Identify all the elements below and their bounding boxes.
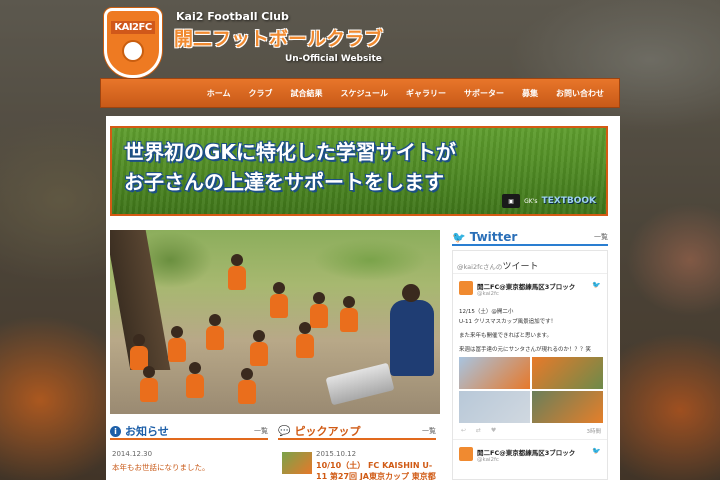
club-name-english: Kai2 Football Club: [176, 10, 289, 23]
timeline-feed-title: ツイート: [502, 262, 539, 272]
tweet-text-line: 来週は冨手達の元にサンタさんが現れるのか！？？笑: [459, 347, 592, 353]
news-item-link[interactable]: 本年もお世話になりました。: [112, 462, 210, 473]
twitter-title: Twitter: [469, 230, 518, 244]
comments-icon: 💬: [278, 425, 291, 437]
nav-item-results[interactable]: 試合結果: [282, 88, 332, 99]
twitter-bird-icon: 🐦: [592, 447, 601, 455]
news-date: 2014.12.30: [112, 450, 153, 458]
pickup-date: 2015.10.12: [316, 450, 357, 458]
player-figure: [186, 362, 204, 398]
twitter-timeline: @kai2fcさんのツイート 開二FC@東京都練馬区3ブロック @kai2fc …: [452, 250, 608, 480]
tweet-text-line: 12/15（土）@開二小: [459, 309, 514, 315]
news-more-link[interactable]: 一覧: [254, 426, 268, 436]
player-figure: [206, 314, 224, 350]
twitter-bird-icon: 🐦: [452, 230, 466, 244]
nav-item-club[interactable]: クラブ: [240, 88, 282, 99]
twitter-title-wrap: 🐦 Twitter: [452, 230, 517, 244]
main-panel: 世界初のGKに特化した学習サイトが お子さんの上達をサポートをします ▣ GK'…: [106, 116, 620, 480]
tweet-photo[interactable]: [459, 391, 530, 423]
timeline-handle-prefix[interactable]: @kai2fcさんの: [457, 263, 502, 271]
gk-textbook-banner[interactable]: 世界初のGKに特化した学習サイトが お子さんの上達をサポートをします ▣ GK'…: [110, 126, 608, 216]
banner-headline-2: お子さんの上達をサポートをします: [124, 170, 444, 194]
nav-item-schedule[interactable]: スケジュール: [332, 88, 397, 99]
tweet-media-grid[interactable]: [459, 357, 603, 423]
player-figure: [340, 296, 358, 332]
pickup-title-wrap: 💬 ピックアップ: [278, 423, 360, 439]
bench: [325, 362, 395, 406]
tweet-actions[interactable]: ↩ ⇄ ♥: [461, 427, 500, 434]
nav-item-home[interactable]: ホーム: [198, 88, 240, 99]
twitter-more-link[interactable]: 一覧: [594, 232, 608, 242]
gk-badge-text: TEXTBOOK: [541, 196, 596, 206]
gk-badge-prefix: GK's: [524, 197, 538, 205]
club-logo[interactable]: KAI2FC: [104, 8, 162, 78]
gk-textbook-badge: ▣ GK's TEXTBOOK: [502, 194, 596, 208]
football-icon: [122, 40, 144, 62]
pickup-thumbnail[interactable]: [282, 452, 312, 474]
site-container: KAI2FC Kai2 Football Club 開二フットボールクラブ Un…: [100, 0, 620, 480]
player-figure: [140, 366, 158, 402]
player-figure: [168, 326, 186, 362]
player-figure: [310, 292, 328, 328]
player-figure: [238, 368, 256, 404]
twitter-section-header: 🐦 Twitter 一覧: [452, 230, 608, 246]
main-nav: ホーム クラブ 試合結果 スケジュール ギャラリー サポーター 募集 お問い合わ…: [100, 78, 620, 108]
info-icon: i: [110, 425, 121, 437]
pickup-section-header: 💬 ピックアップ 一覧: [278, 424, 436, 440]
club-name-japanese[interactable]: 開二フットボールクラブ: [174, 24, 383, 51]
pickup-more-link[interactable]: 一覧: [422, 426, 436, 436]
tweet-author-handle[interactable]: @kai2fc: [477, 457, 499, 463]
team-photo: [110, 230, 440, 414]
tweet-text-line: また来年も開催できればと思います。: [459, 333, 552, 339]
goalkeeper-icon: ▣: [502, 194, 521, 208]
coach-figure: [390, 284, 434, 376]
nav-item-gallery[interactable]: ギャラリー: [397, 88, 455, 99]
nav-item-contact[interactable]: お問い合わせ: [547, 88, 613, 99]
news-title: お知らせ: [125, 425, 169, 438]
tweet-author-handle[interactable]: @kai2fc: [477, 291, 499, 297]
pickup-item-link[interactable]: 10/10（土） FC KAISHIN U-11 第27回 JA東京カップ 東京…: [316, 460, 436, 480]
player-figure: [296, 322, 314, 358]
tweet-photo[interactable]: [532, 357, 603, 389]
tweet-author-name[interactable]: 開二FC@東京都練馬区3ブロック: [477, 447, 575, 457]
nav-item-recruit[interactable]: 募集: [513, 88, 547, 99]
timeline-title: @kai2fcさんのツイート: [457, 259, 538, 272]
tweet-avatar[interactable]: [459, 281, 473, 295]
site-header: KAI2FC Kai2 Football Club 開二フットボールクラブ Un…: [100, 0, 620, 80]
tweet-timestamp[interactable]: 3時間: [587, 427, 602, 435]
pickup-title: ピックアップ: [294, 425, 361, 438]
news-title-wrap: i お知らせ: [110, 423, 169, 439]
tweet-photo[interactable]: [532, 391, 603, 423]
tweet-author-name[interactable]: 開二FC@東京都練馬区3ブロック: [477, 281, 575, 291]
player-figure: [228, 254, 246, 290]
logo-text: KAI2FC: [111, 21, 155, 34]
twitter-bird-icon: 🐦: [592, 281, 601, 289]
nav-item-supporter[interactable]: サポーター: [455, 88, 513, 99]
divider: [453, 273, 607, 274]
player-figure: [270, 282, 288, 318]
site-subtitle: Un-Official Website: [285, 54, 382, 64]
divider: [453, 439, 607, 440]
tweet-photo[interactable]: [459, 357, 530, 389]
tweet-text-line: U-11 クリスマスカップ風景追加です！: [459, 319, 557, 325]
banner-headline-1: 世界初のGKに特化した学習サイトが: [124, 140, 456, 164]
player-figure: [250, 330, 268, 366]
tweet-avatar[interactable]: [459, 447, 473, 461]
news-section-header: i お知らせ 一覧: [110, 424, 268, 440]
